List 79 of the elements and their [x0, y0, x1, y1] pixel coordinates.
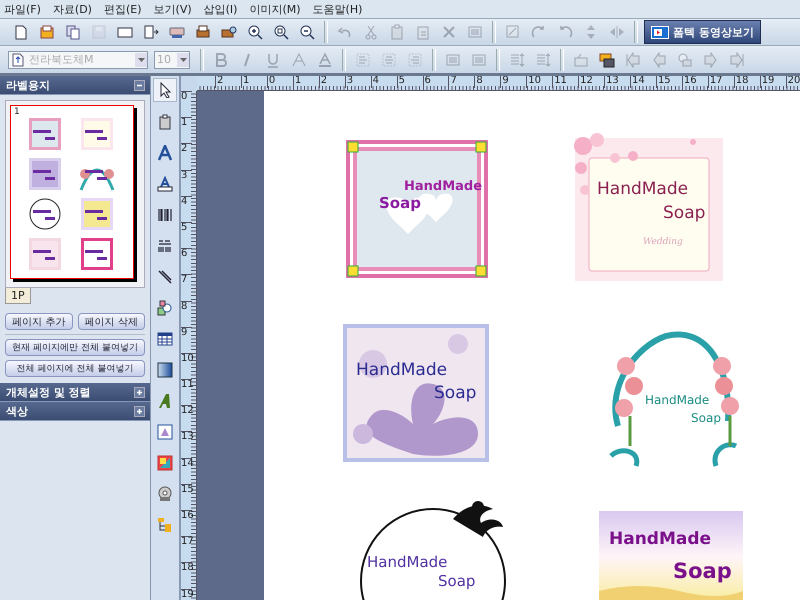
panel-title: 라벨용지: [6, 78, 50, 92]
label-text: HandMade: [404, 180, 482, 194]
ruler-number: 10: [181, 352, 192, 380]
label-text: Soap: [673, 560, 732, 584]
panel-title: 색상: [6, 404, 28, 418]
menu-item[interactable]: 도움말(H): [312, 2, 362, 16]
font-file-icon: [12, 52, 24, 66]
label-text: HandMade: [645, 394, 710, 408]
ruler-number: 11: [552, 76, 578, 88]
zoom-out-icon[interactable]: [299, 24, 315, 40]
menu-item[interactable]: 자료(D): [52, 2, 92, 16]
menu-item[interactable]: 삽입(I): [204, 2, 238, 16]
page-button[interactable]: 페이지 삭제: [78, 313, 145, 330]
label-text: Soap: [434, 384, 476, 403]
ruler-number: 17: [708, 76, 734, 88]
page-button[interactable]: 페이지 추가: [5, 313, 72, 330]
ruler-number: 4: [181, 196, 192, 222]
stacked-folders-icon[interactable]: [599, 52, 615, 68]
collapse-icon[interactable]: [134, 80, 145, 90]
label-text: HandMade: [609, 530, 712, 549]
paste-button[interactable]: 현재 페이지에만 전체 붙여넣기: [5, 339, 145, 356]
ruler-number: 16: [181, 510, 192, 536]
ruler-number: 15: [656, 76, 682, 88]
ruler-number: 19: [181, 588, 192, 600]
menu-item[interactable]: 이미지(M): [249, 2, 301, 16]
ruler-number: 8: [181, 300, 192, 327]
page-arrow-icon[interactable]: [143, 24, 159, 40]
ruler-number: 5: [396, 76, 422, 88]
video-icon: [651, 26, 669, 38]
pointer-icon[interactable]: [153, 78, 177, 102]
ruler-number: 4: [370, 76, 397, 88]
ruler-number: 1: [181, 117, 192, 144]
ruler-number: 0: [181, 91, 192, 118]
ruler-number: 11: [181, 379, 192, 406]
zoom-icon[interactable]: [273, 24, 289, 40]
expand-icon[interactable]: [134, 406, 145, 416]
ruler-number: 12: [181, 405, 192, 432]
ruler-number: 3: [181, 170, 192, 196]
ruler-number: 5: [181, 222, 192, 248]
folder-icon[interactable]: [39, 24, 55, 40]
label-text: HandMade: [597, 180, 688, 199]
menu-item[interactable]: 편집(E): [104, 2, 142, 16]
page-tab[interactable]: 1P: [5, 288, 31, 304]
panel-header[interactable]: 색상: [0, 402, 150, 421]
expand-icon[interactable]: [134, 386, 145, 398]
label-text: HandMade: [356, 361, 448, 380]
label-text: Soap: [691, 412, 721, 426]
menu-item[interactable]: 파일(F): [4, 2, 41, 16]
zoom-in-icon[interactable]: [247, 24, 263, 40]
page-thumbnail[interactable]: 1: [10, 105, 134, 279]
ruler-number: 15: [181, 484, 192, 510]
label-text: Wedding: [643, 238, 683, 248]
panel-header[interactable]: 라벨용지: [0, 76, 150, 95]
ruler-number: 14: [630, 76, 656, 88]
ruler-number: 1: [292, 76, 319, 88]
panel-title: 개체설정 및 정렬: [6, 384, 91, 400]
ruler-number: 7: [181, 274, 192, 300]
page-icon[interactable]: [13, 24, 29, 40]
pages-icon[interactable]: [65, 24, 81, 40]
ruler-number: 14: [181, 458, 192, 484]
page-number: 1: [14, 107, 20, 117]
ruler-number: 17: [181, 536, 192, 562]
label-text: Soap: [663, 204, 706, 223]
label-text: HandMade: [367, 554, 448, 570]
paste-button[interactable]: 전체 페이지에 전체 붙여넣기: [5, 360, 145, 377]
ruler-number: 1: [240, 76, 267, 88]
menu-item[interactable]: 보기(V): [154, 2, 192, 16]
ruler-number: 13: [181, 431, 192, 458]
ruler-number: 2: [181, 143, 192, 170]
printer-magnifier-icon[interactable]: [221, 24, 237, 40]
ruler-number: 9: [181, 326, 192, 353]
video-button[interactable]: 폼텍 동영상보기: [644, 20, 761, 44]
label-text: Soap: [438, 573, 476, 590]
panel-header[interactable]: 개체설정 및 정렬: [0, 383, 150, 402]
ruler-number: 6: [181, 248, 192, 274]
printer-icon[interactable]: [195, 24, 211, 40]
ruler-number: 7: [448, 76, 474, 88]
label-text: Soap: [379, 195, 421, 212]
ruler-number: 18: [181, 562, 192, 589]
